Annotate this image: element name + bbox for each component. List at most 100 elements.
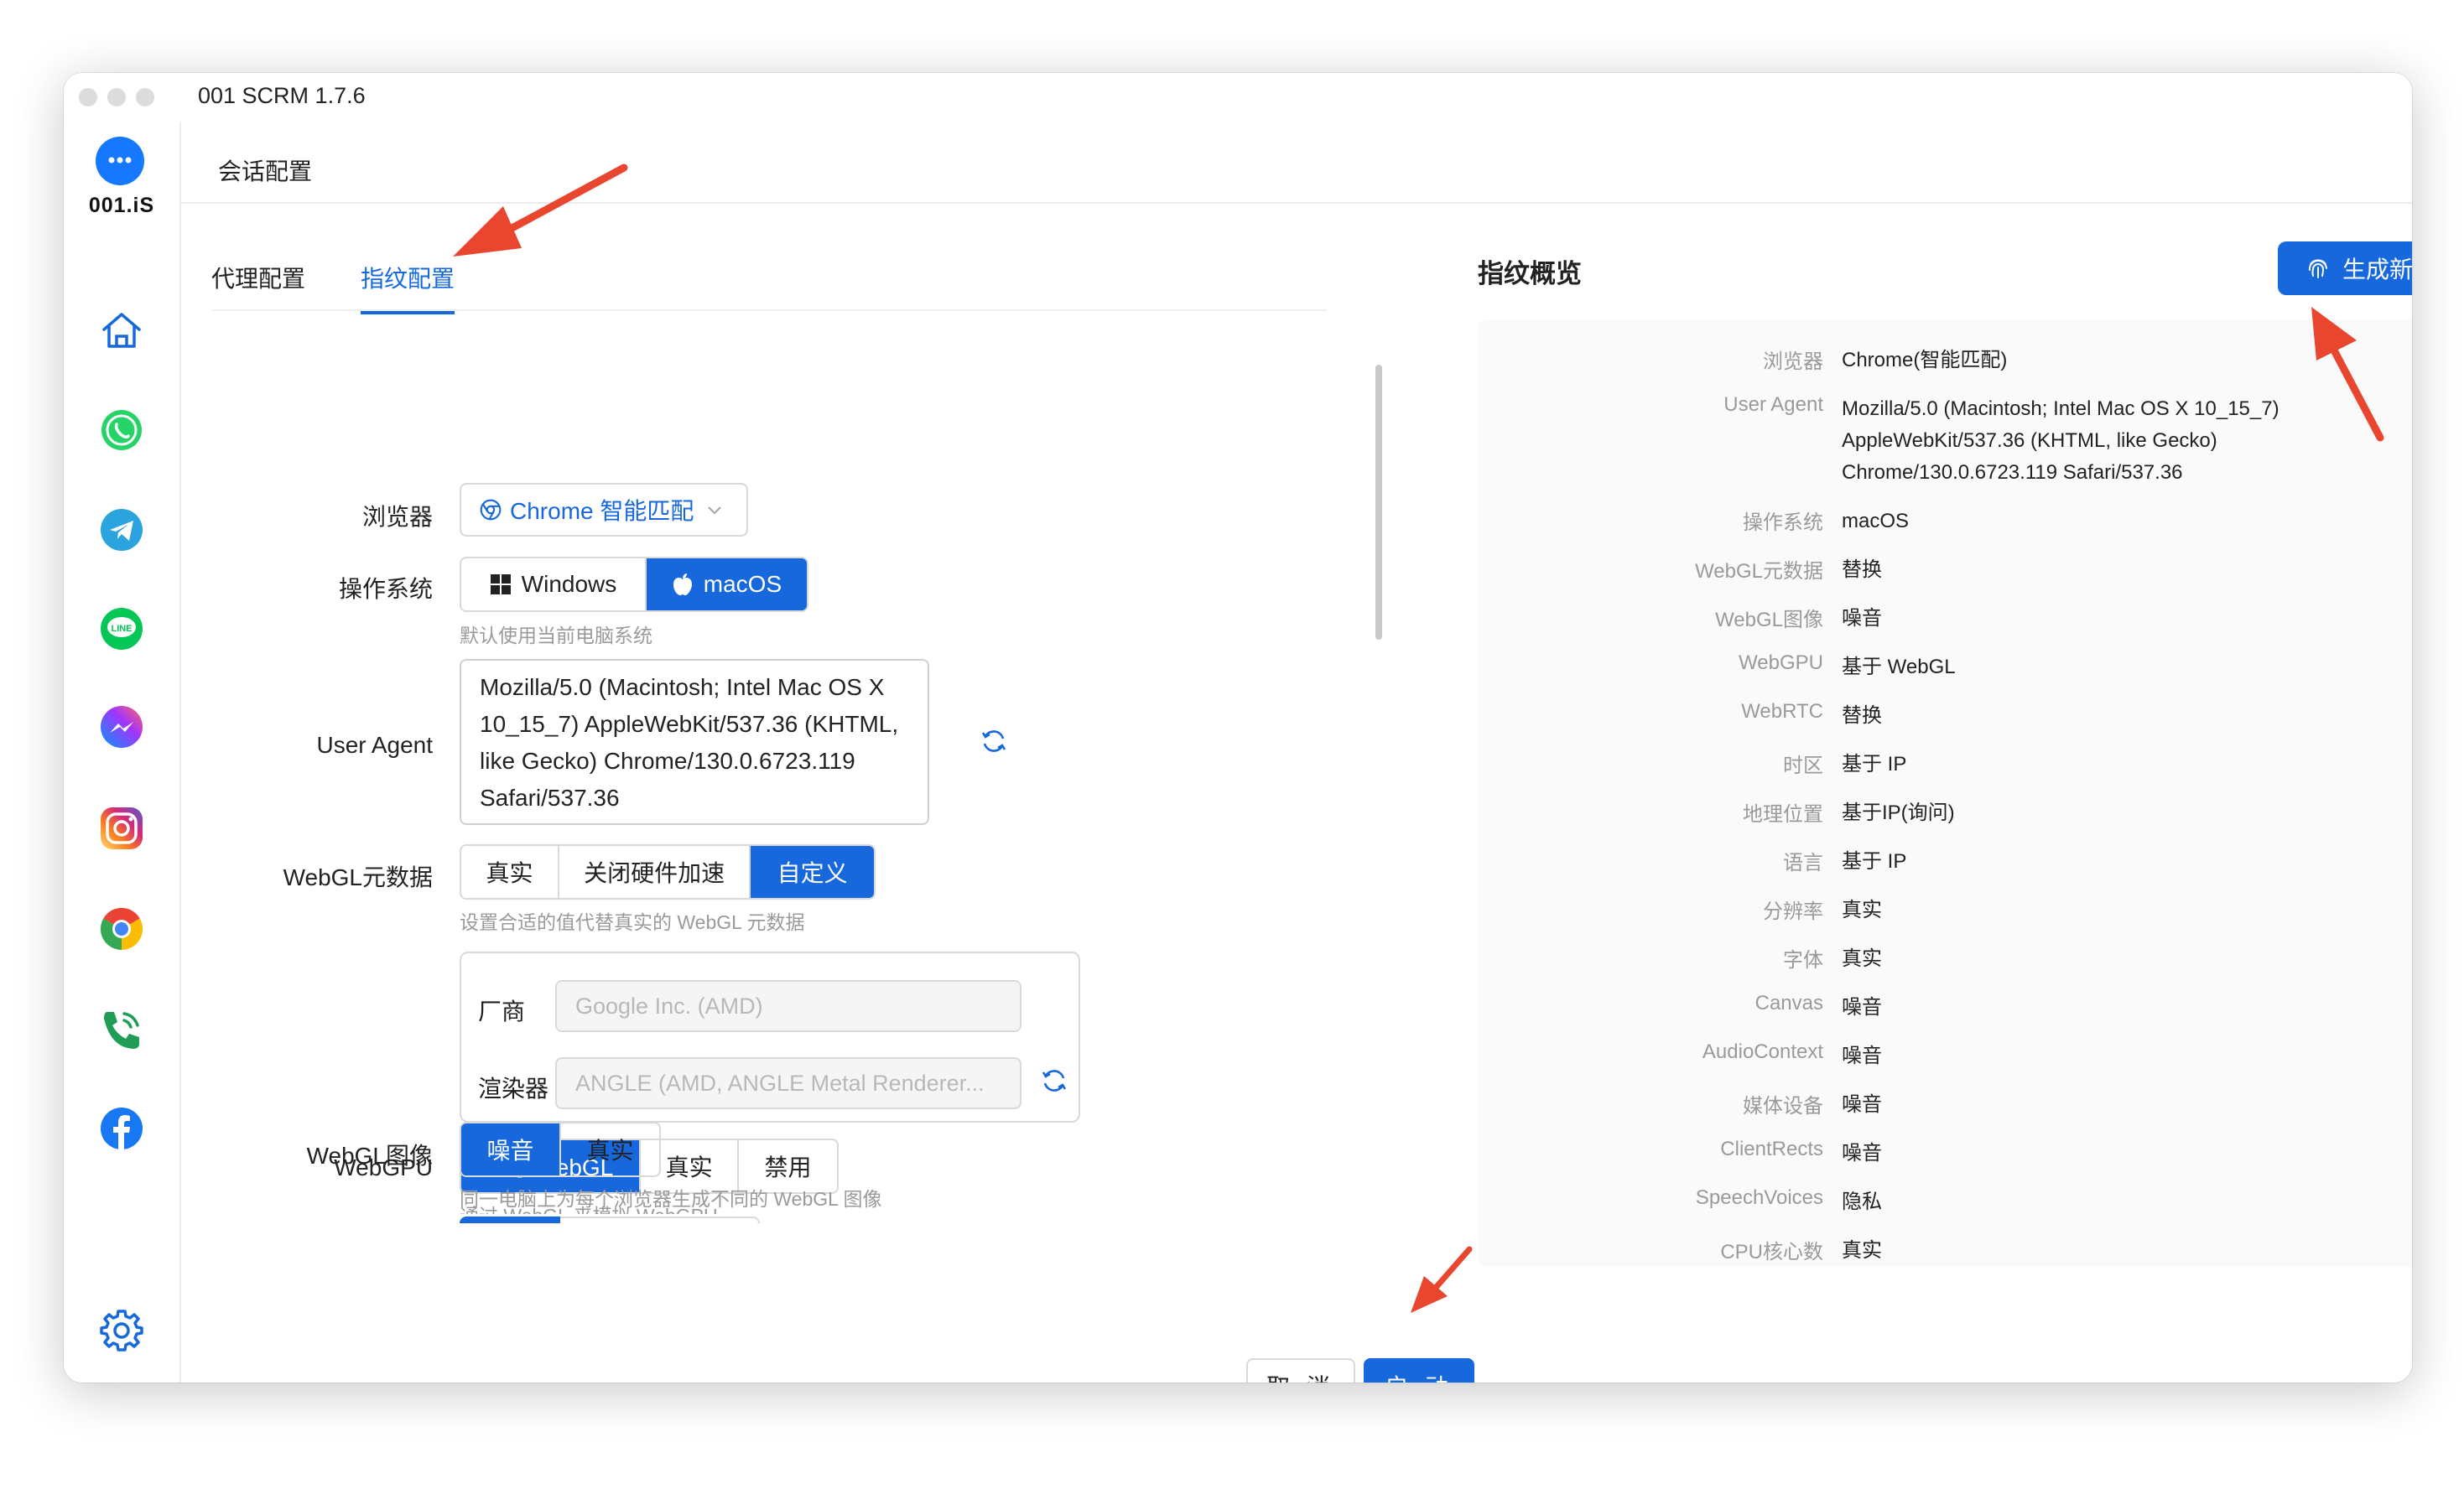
overview-value: 真实 [1842,899,1882,921]
window-close-button[interactable] [79,88,97,106]
refresh-user-agent-icon[interactable] [980,727,1008,760]
overview-key: WebGL图像 [1715,609,1823,631]
webgl-image-option-real[interactable]: 真实 [561,1123,659,1175]
renderer-label: 渲染器 [478,1076,549,1102]
webgl-meta-option-custom[interactable]: 自定义 [751,846,874,898]
chevron-down-icon [705,501,724,519]
window-zoom-button[interactable] [136,88,154,106]
overview-key: ClientRects [1720,1138,1823,1160]
os-option-macos[interactable]: macOS [646,558,807,610]
webgl-image-hint: 同一电脑上为每个浏览器生成不同的 WebGL 图像 [460,1188,882,1210]
browser-label: 浏览器 [361,504,433,530]
overview-key: 媒体设备 [1743,1095,1823,1118]
phone-icon[interactable] [96,1004,148,1056]
browser-select-value: Chrome 智能匹配 [510,498,694,524]
refresh-renderer-icon[interactable] [1040,1066,1068,1099]
config-tabs: 代理配置 指纹配置 [211,237,1327,314]
form-scrollbar[interactable] [1375,365,1382,640]
messenger-icon[interactable] [96,702,148,754]
webgl-meta-segmented: 真实 关闭硬件加速 自定义 [460,844,876,900]
vendor-input[interactable]: Google Inc. (AMD) [555,980,1021,1032]
overview-value: Chrome(智能匹配) [1842,349,2008,371]
webgl-meta-label: WebGL元数据 [283,864,433,890]
os-hint: 默认使用当前电脑系统 [460,625,652,646]
overview-key: WebRTC [1741,700,1823,723]
overview-key: WebGL元数据 [1695,560,1823,583]
overview-key: User Agent [1723,393,1823,416]
logo-chat-icon [96,137,144,185]
overview-key: 语言 [1783,852,1823,874]
webgl-meta-option-real[interactable]: 真实 [461,846,560,898]
overview-value: 噪音 [1842,1142,1882,1165]
overview-value: 基于 IP [1842,753,1907,776]
window-minimize-button[interactable] [107,88,126,106]
overview-panel: 浏览器 Chrome(智能匹配) User Agent Mozilla/5.0 (Ma… [1478,319,2412,1267]
generate-fingerprint-button[interactable]: 生成新指纹 [2278,241,2412,295]
overview-value: macOS [1842,510,1910,532]
webgl-meta-hint: 设置合适的值代替真实的 WebGL 元数据 [460,911,805,933]
webgl-image-label: WebGL图像 [306,1143,433,1169]
os-option-macos-label: macOS [703,571,782,597]
fingerprint-icon [2308,259,2327,278]
generate-fingerprint-label: 生成新指纹 [2342,257,2412,283]
overview-key: 字体 [1783,949,1823,972]
user-agent-label: User Agent [316,732,433,758]
tab-fingerprint-config[interactable]: 指纹配置 [361,261,455,314]
tab-proxy-config[interactable]: 代理配置 [211,261,305,311]
sidebar: 001.iS LINE [64,122,181,1383]
fingerprint-form: 浏览器 Chrome 智能匹配 操作系统 Windows macOS 默认使用当… [181,313,1389,1214]
overview-key: AudioContext [1702,1040,1823,1063]
overview-key: 操作系统 [1743,511,1823,534]
os-label: 操作系统 [338,576,433,602]
overview-value: 噪音 [1842,996,1882,1019]
telegram-icon[interactable] [96,504,148,556]
overview-key: SpeechVoices [1695,1186,1823,1209]
os-option-windows[interactable]: Windows [461,558,647,610]
window-title: 001 SCRM 1.7.6 [198,83,366,108]
next-segmented-partial [460,1217,762,1223]
overview-value: 真实 [1842,947,1882,970]
os-segmented: Windows macOS [460,557,808,612]
overview-key: 浏览器 [1763,350,1823,373]
webgl-meta-option-disable-hw[interactable]: 关闭硬件加速 [559,846,751,898]
logo-text: 001.iS [88,194,155,217]
overview-title: 指纹概览 [1478,259,1582,288]
line-icon-label: LINE [111,624,132,634]
title-bar: 001 SCRM 1.7.6 [64,73,2412,122]
webgl-image-option-noise[interactable]: 噪音 [461,1123,561,1175]
browser-select[interactable]: Chrome 智能匹配 [460,483,748,537]
vendor-label: 厂商 [478,999,526,1025]
line-icon[interactable]: LINE [96,603,148,655]
overview-key: 分辨率 [1763,900,1823,923]
overview-key: Canvas [1754,992,1823,1014]
overview-value: 替换 [1842,558,1882,581]
webgl-image-segmented: 噪音 真实 [460,1122,661,1177]
main-content: 会话配置 代理配置 指纹配置 浏览器 Chrome 智能匹配 操作系统 Wind… [181,122,2412,1383]
os-option-windows-label: Windows [521,571,617,597]
overview-value: 真实 [1842,1239,1882,1262]
page-header: 会话配置 [181,122,2412,204]
settings-gear-icon[interactable] [96,1304,148,1356]
page-title: 会话配置 [218,158,313,184]
overview-value: 基于IP(询问) [1842,802,1955,824]
apple-icon [673,573,692,595]
overview-value: 基于 WebGL [1842,656,1956,678]
overview-value: 隐私 [1842,1191,1882,1213]
windows-icon [490,574,511,594]
overview-key: WebGPU [1739,651,1823,674]
facebook-icon[interactable] [96,1102,148,1154]
home-icon[interactable] [96,304,148,356]
chrome-icon[interactable] [96,903,148,955]
cancel-button[interactable]: 取 消 [1246,1358,1355,1383]
overview-value: 噪音 [1842,607,1882,630]
app-window: 001 SCRM 1.7.6 001.iS LINE 会话配置 代理配置 指纹配… [64,73,2412,1383]
renderer-input[interactable]: ANGLE (AMD, ANGLE Metal Renderer... [555,1057,1021,1109]
overview-key: CPU核心数 [1720,1241,1823,1263]
overview-key: 地理位置 [1743,803,1823,826]
chrome-small-icon [480,499,502,521]
instagram-icon[interactable] [96,802,148,854]
start-button[interactable]: 启 动 [1364,1358,1474,1383]
whatsapp-icon[interactable] [96,405,148,457]
overview-value: 基于 IP [1842,850,1907,873]
user-agent-textarea[interactable]: Mozilla/5.0 (Macintosh; Intel Mac OS X 1… [460,659,929,825]
